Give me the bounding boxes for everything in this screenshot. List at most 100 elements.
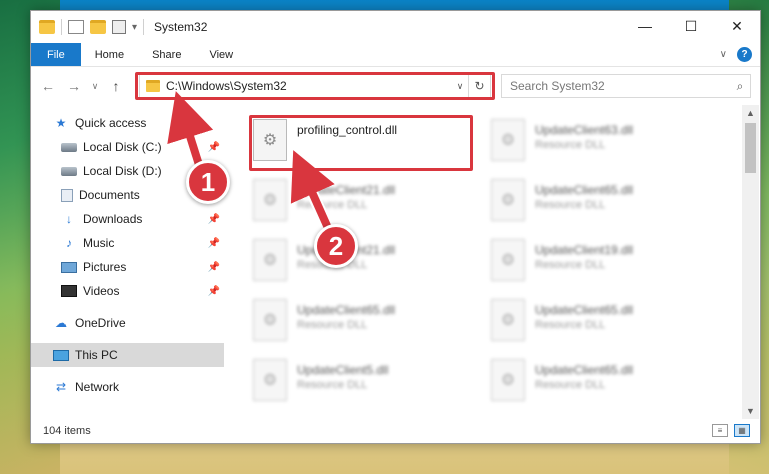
sidebar-item-label: Documents [79, 188, 140, 202]
quick-access-toolbar: ▾ [31, 19, 145, 35]
file-item[interactable]: ⚙ UpdateClient5.dll Resource DLL [249, 355, 477, 409]
search-icon[interactable]: ⌕ [730, 79, 750, 94]
file-name: UpdateClient65.dll [535, 303, 634, 317]
tab-share[interactable]: Share [138, 43, 195, 66]
pin-icon: 📌 [207, 261, 220, 273]
file-type: Resource DLL [535, 199, 606, 211]
properties-icon[interactable] [68, 20, 84, 34]
recent-locations-button[interactable]: ∨ [89, 75, 101, 97]
file-item[interactable]: ⚙ UpdateClient65.dll Resource DLL [487, 175, 715, 229]
scroll-down-icon[interactable]: ▼ [742, 403, 759, 419]
star-icon: ★ [55, 116, 67, 130]
sidebar-item-label: This PC [75, 348, 118, 362]
file-name: UpdateClient5.dll [297, 363, 389, 377]
annotation-badge-2: 2 [314, 224, 358, 268]
file-item[interactable]: ⚙ UpdateClient21.dll Resource DLL [249, 235, 477, 289]
vertical-scrollbar[interactable]: ▲ ▼ [742, 105, 759, 419]
file-type: Resource DLL [297, 379, 368, 391]
tab-view[interactable]: View [195, 43, 247, 66]
minimize-button[interactable]: — [622, 11, 668, 41]
new-folder-icon[interactable] [90, 20, 106, 34]
file-name: UpdateClient65.dll [535, 183, 634, 197]
pictures-icon [61, 261, 77, 273]
expand-ribbon-icon[interactable]: ∨ [720, 49, 727, 60]
this-pc-icon [53, 349, 69, 361]
dll-file-icon: ⚙ [491, 239, 525, 281]
file-name: profiling_control.dll [297, 123, 398, 137]
drive-icon [61, 142, 77, 152]
search-input[interactable]: Search System32 [510, 79, 730, 93]
title-bar: ▾ System32 — ☐ ✕ [31, 11, 760, 43]
tab-home[interactable]: Home [81, 43, 138, 66]
sidebar-item-quick-access[interactable]: ★ Quick access [31, 111, 224, 135]
file-item[interactable]: ⚙ UpdateClient65.dll Resource DLL [487, 355, 715, 409]
sidebar-item-videos[interactable]: Videos 📌 [31, 279, 224, 303]
file-item[interactable]: ⚙ UpdateClient65.dll Resource DLL [487, 295, 715, 349]
up-button[interactable]: ↑ [105, 75, 127, 97]
sidebar-item-label: Network [75, 380, 120, 394]
chevron-down-icon[interactable]: ∨ [452, 81, 468, 92]
file-type: Resource DLL [535, 259, 606, 271]
tiles-view-icon[interactable]: ▦ [734, 424, 750, 437]
file-type: Resource DLL [535, 319, 606, 331]
chevron-down-icon[interactable]: ▾ [132, 22, 137, 33]
file-item[interactable]: ⚙ UpdateClient63.dll Resource DLL [487, 115, 715, 169]
music-icon: ♪ [66, 236, 72, 250]
documents-icon [61, 188, 73, 202]
close-button[interactable]: ✕ [714, 11, 760, 41]
file-name: UpdateClient65.dll [297, 303, 396, 317]
ribbon-right-controls: ∨ ? [720, 47, 752, 62]
dll-file-icon: ⚙ [253, 299, 287, 341]
navigation-pane: ★ Quick access Local Disk (C:) 📌 Local D… [31, 105, 224, 419]
pin-icon: 📌 [207, 285, 220, 297]
file-list: ⚙ profiling_control.dll ⚙ UpdateClient63… [227, 105, 742, 419]
sidebar-item-downloads[interactable]: ↓ Downloads 📌 [31, 207, 224, 231]
file-item[interactable]: ⚙ UpdateClient19.dll Resource DLL [487, 235, 715, 289]
file-name: UpdateClient21.dll [297, 183, 396, 197]
tab-file[interactable]: File [31, 43, 81, 66]
window-controls: — ☐ ✕ [622, 11, 760, 41]
help-icon[interactable]: ? [737, 47, 752, 62]
sidebar-item-label: OneDrive [75, 316, 126, 330]
dll-file-icon: ⚙ [253, 179, 287, 221]
details-view-icon[interactable]: ≡ [712, 424, 728, 437]
sidebar-item-label: Quick access [75, 116, 147, 130]
sidebar-item-music[interactable]: ♪ Music 📌 [31, 231, 224, 255]
file-item-highlighted[interactable]: ⚙ profiling_control.dll [249, 115, 477, 169]
file-item[interactable]: ⚙ UpdateClient65.dll Resource DLL [249, 295, 477, 349]
pin-icon: 📌 [207, 213, 220, 225]
navigation-bar: ← → ∨ ↑ C:\Windows\System32 ∨ ↻ Search S… [31, 67, 760, 105]
address-path[interactable]: C:\Windows\System32 [166, 79, 452, 93]
sidebar-item-this-pc[interactable]: This PC [31, 343, 224, 367]
refresh-button[interactable]: ↻ [468, 75, 490, 97]
pin-icon: 📌 [207, 237, 220, 249]
forward-button[interactable]: → [63, 75, 85, 97]
sidebar-item-pictures[interactable]: Pictures 📌 [31, 255, 224, 279]
sidebar-item-label: Videos [83, 284, 120, 298]
file-explorer-window: ▾ System32 — ☐ ✕ File Home Share View ∨ … [30, 10, 761, 444]
window-title: System32 [154, 20, 208, 34]
sidebar-item-label: Music [83, 236, 115, 250]
drive-icon [61, 166, 77, 176]
file-type: Resource DLL [535, 379, 606, 391]
sidebar-item-local-disk-c[interactable]: Local Disk (C:) 📌 [31, 135, 224, 159]
sidebar-item-label: Pictures [83, 260, 127, 274]
file-name: UpdateClient19.dll [535, 243, 634, 257]
search-box[interactable]: Search System32 ⌕ [501, 74, 751, 98]
scroll-thumb[interactable] [745, 123, 756, 173]
back-button[interactable]: ← [37, 75, 59, 97]
pin-icon: 📌 [207, 141, 220, 153]
customize-toolbar-icon[interactable] [112, 20, 126, 34]
scroll-up-icon[interactable]: ▲ [742, 105, 759, 121]
address-bar[interactable]: C:\Windows\System32 ∨ ↻ [139, 74, 491, 98]
maximize-button[interactable]: ☐ [668, 11, 714, 41]
sidebar-item-network[interactable]: ⇄ Network [31, 375, 224, 399]
file-item[interactable]: ⚙ UpdateClient21.dll Resource DLL [249, 175, 477, 229]
status-bar: 104 items ≡ ▦ [31, 419, 760, 443]
file-type: Resource DLL [297, 319, 368, 331]
folder-icon [39, 20, 55, 34]
sidebar-item-onedrive[interactable]: ☁ OneDrive [31, 311, 224, 335]
sidebar-item-label: Local Disk (C:) [83, 140, 162, 154]
sidebar-item-label: Local Disk (D:) [83, 164, 162, 178]
dll-file-icon: ⚙ [491, 179, 525, 221]
